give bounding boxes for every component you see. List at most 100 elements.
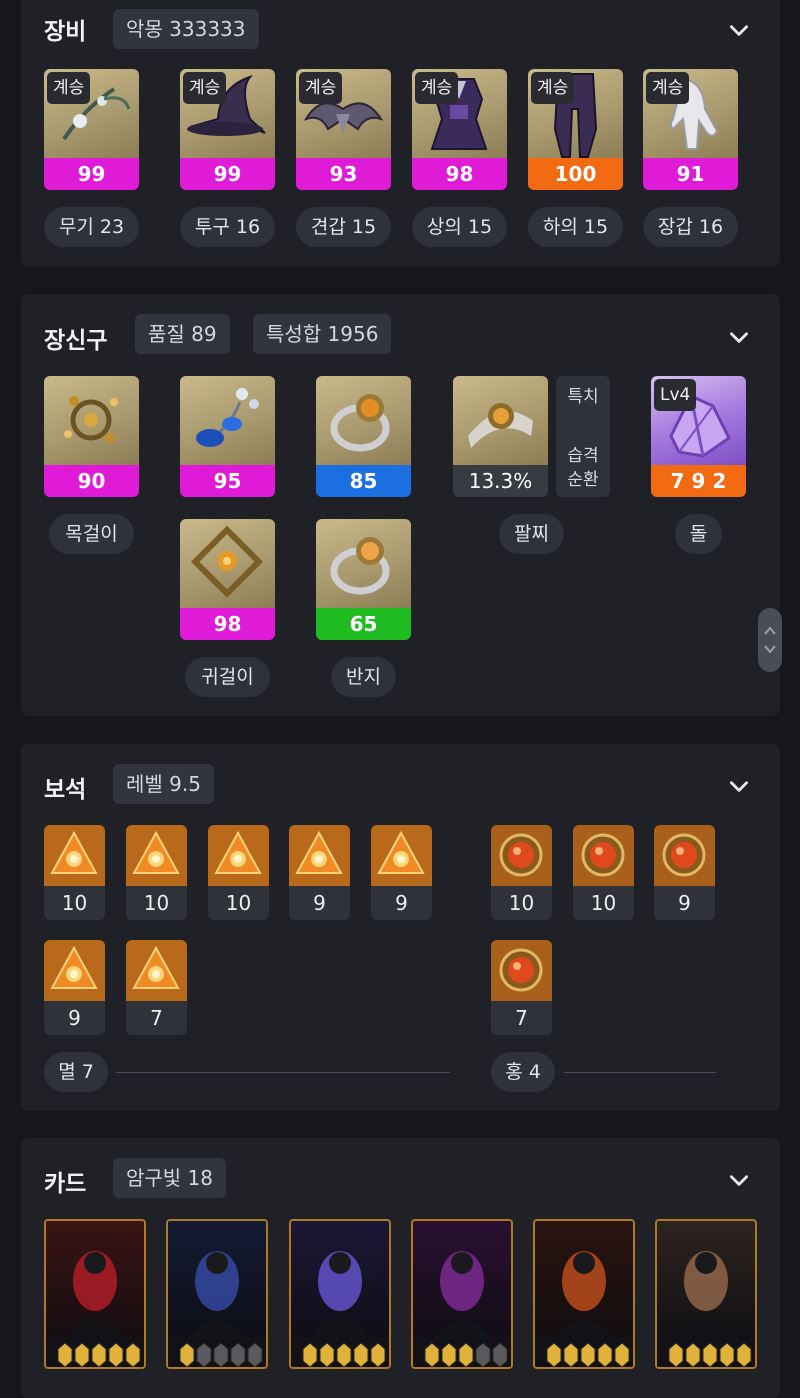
gem-level: 9 (44, 1001, 105, 1035)
ring-label: 반지 (331, 657, 396, 697)
equipment-title: 장비 (44, 19, 87, 45)
card-1[interactable] (44, 1219, 146, 1369)
card-portrait-icon (291, 1221, 389, 1367)
gems-title: 보석 (44, 777, 87, 803)
stone-label: 돌 (675, 514, 722, 554)
equipment-slot-label: 투구 16 (180, 207, 275, 247)
gem-level: 10 (208, 886, 269, 920)
card-3[interactable] (289, 1219, 391, 1369)
gem-level: 7 (126, 1001, 187, 1035)
scroll-handle[interactable] (758, 608, 782, 672)
necklace-icon (44, 376, 139, 465)
gem-level: 10 (126, 886, 187, 920)
gem-level: 7 (491, 1001, 552, 1035)
item-quality: 91 (643, 158, 738, 190)
card-5[interactable] (533, 1219, 635, 1369)
annihilation-gem[interactable]: 10 (44, 825, 105, 920)
chevron-down-icon[interactable] (726, 773, 752, 799)
gem-level: 10 (491, 886, 552, 920)
gem-level: 9 (289, 886, 350, 920)
annihilation-gem-icon (44, 940, 105, 1001)
annihilation-gem[interactable]: 9 (44, 940, 105, 1035)
inherit-badge: 계승 (646, 72, 690, 104)
ring-2-quality: 65 (316, 608, 411, 640)
crimson-gem-icon (491, 940, 552, 1001)
bracelet-value: 13.3% (453, 465, 548, 497)
equipment-item-6[interactable]: 계승 91 (643, 69, 738, 190)
equipment-item-1[interactable]: 계승 99 (44, 69, 139, 190)
earring-item-1[interactable]: 95 (180, 376, 275, 497)
card-4[interactable] (411, 1219, 513, 1369)
ring-item-2[interactable]: 65 (316, 519, 411, 640)
chevron-down-icon[interactable] (726, 1167, 752, 1193)
card-portrait-icon (46, 1221, 144, 1367)
accessories-title: 장신구 (44, 328, 108, 354)
earring-label: 귀걸이 (185, 657, 270, 697)
stat-total-chip: 특성합 1956 (253, 314, 392, 354)
card-2[interactable] (166, 1219, 268, 1369)
annihilation-summary: 멸 7 (44, 1052, 108, 1092)
annihilation-gem[interactable]: 9 (371, 825, 432, 920)
earring-item-2[interactable]: 98 (180, 519, 275, 640)
item-quality: 99 (180, 158, 275, 190)
item-quality: 100 (528, 158, 623, 190)
crimson-summary: 홍 4 (491, 1052, 555, 1092)
item-quality: 93 (296, 158, 391, 190)
card-portrait-icon (168, 1221, 266, 1367)
annihilation-gem-icon (126, 825, 187, 886)
ability-stone-item[interactable]: Lv4 7 9 2 (651, 376, 746, 497)
crimson-gem-icon (573, 825, 634, 886)
equipment-slot-label: 무기 23 (44, 207, 139, 247)
crimson-gem[interactable]: 10 (491, 825, 552, 920)
annihilation-gem-icon (371, 825, 432, 886)
inherit-badge: 계승 (183, 72, 227, 104)
earring-icon (180, 376, 275, 465)
gem-level: 10 (573, 886, 634, 920)
card-portrait-icon (413, 1221, 511, 1367)
inherit-badge: 계승 (415, 72, 459, 104)
chevron-down-icon[interactable] (726, 17, 752, 43)
inherit-badge: 계승 (47, 72, 91, 104)
card-set-chip: 암구빛 18 (113, 1158, 227, 1198)
bracelet-icon (453, 376, 548, 465)
bracelet-stat-3: 순환 (567, 470, 599, 490)
annihilation-gem[interactable]: 10 (208, 825, 269, 920)
annihilation-gem-icon (44, 825, 105, 886)
crimson-gem[interactable]: 10 (573, 825, 634, 920)
divider (564, 1072, 716, 1073)
ring-icon (316, 376, 411, 465)
accessories-panel: 장신구 품질 89 특성합 1956 (21, 294, 780, 716)
equipment-slot-label: 상의 15 (412, 207, 507, 247)
gem-level: 9 (654, 886, 715, 920)
ring-item-1[interactable]: 85 (316, 376, 411, 497)
necklace-label: 목걸이 (49, 514, 134, 554)
necklace-item[interactable]: 90 (44, 376, 139, 497)
quality-chip: 품질 89 (135, 314, 230, 354)
equipment-grade-chip: 악몽 333333 (113, 9, 259, 49)
bracelet-stats: 특치 습격 순환 (556, 376, 610, 497)
ring-1-quality: 85 (316, 465, 411, 497)
gem-level-chip: 레벨 9.5 (113, 764, 214, 804)
equipment-item-2[interactable]: 계승 99 (180, 69, 275, 190)
earring-icon (180, 519, 275, 608)
earring-1-quality: 95 (180, 465, 275, 497)
inherit-badge: 계승 (531, 72, 575, 104)
chevron-down-icon[interactable] (726, 324, 752, 350)
ring-icon (316, 519, 411, 608)
crimson-gem[interactable]: 9 (654, 825, 715, 920)
card-6[interactable] (655, 1219, 757, 1369)
bracelet-label: 팔찌 (499, 514, 564, 554)
gem-level: 9 (371, 886, 432, 920)
equipment-item-3[interactable]: 계승 93 (296, 69, 391, 190)
crimson-gem-icon (491, 825, 552, 886)
card-portrait-icon (535, 1221, 633, 1367)
annihilation-gem[interactable]: 7 (126, 940, 187, 1035)
bracelet-item[interactable]: 13.3% (453, 376, 548, 497)
annihilation-gem[interactable]: 9 (289, 825, 350, 920)
equipment-item-5[interactable]: 계승 100 (528, 69, 623, 190)
crimson-gem[interactable]: 7 (491, 940, 552, 1035)
equipment-item-4[interactable]: 계승 98 (412, 69, 507, 190)
annihilation-gem[interactable]: 10 (126, 825, 187, 920)
equipment-slot-label: 하의 15 (528, 207, 623, 247)
earring-2-quality: 98 (180, 608, 275, 640)
